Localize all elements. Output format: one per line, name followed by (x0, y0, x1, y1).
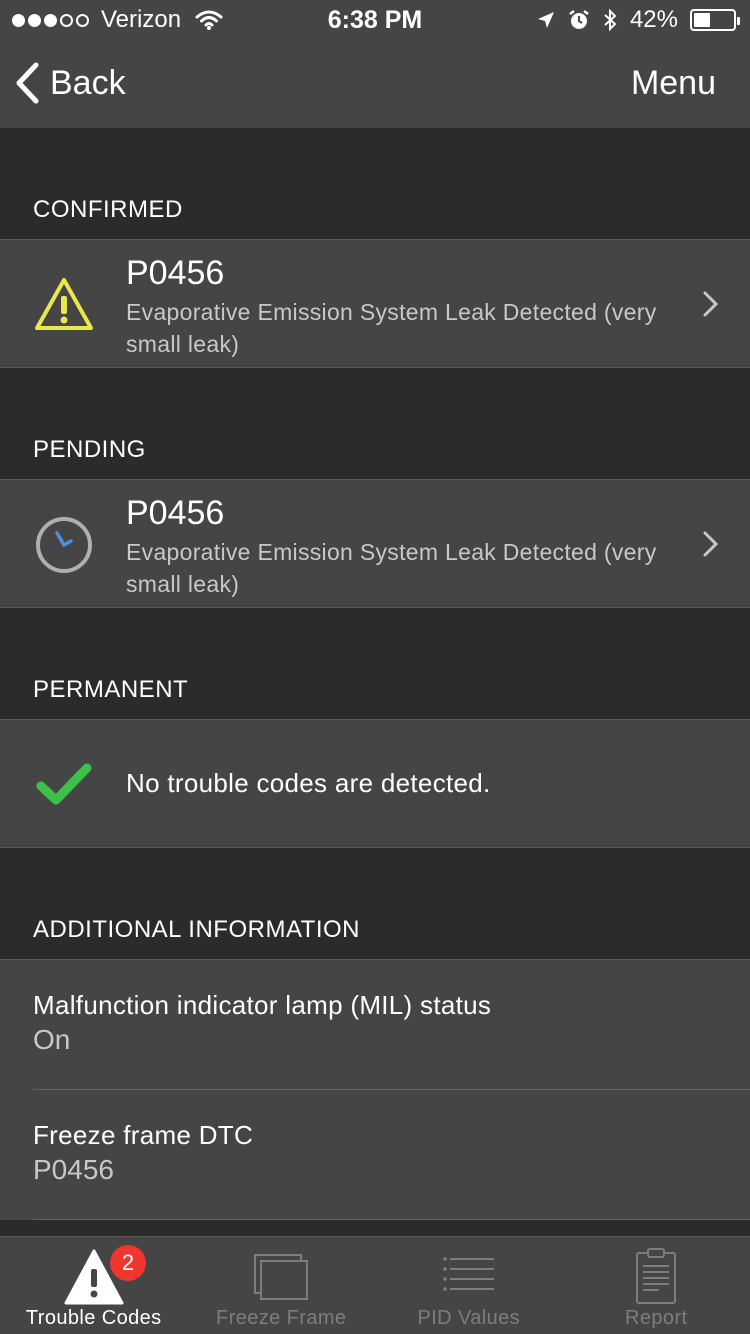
info-value: P0456 (33, 1154, 114, 1185)
permanent-codes-row: No trouble codes are detected. (0, 720, 750, 848)
info-item-mil-status: Malfunction indicator lamp (MIL) status … (0, 960, 750, 1090)
warning-icon (35, 278, 93, 330)
tab-freeze-frame[interactable]: Freeze Frame (188, 1237, 376, 1334)
chevron-right-icon (703, 531, 719, 557)
trouble-code: P0456 (126, 494, 225, 532)
trouble-code-description: Evaporative Emission System Leak Detecte… (126, 299, 657, 357)
alarm-clock-icon (569, 10, 589, 29)
chevron-right-icon (703, 291, 719, 317)
info-label: Freeze frame DTC (33, 1120, 254, 1150)
tab-bar: 2 Trouble Codes Freeze Frame PID Values (0, 1236, 750, 1334)
tab-report[interactable]: Report (563, 1237, 750, 1334)
menu-button[interactable]: Menu (631, 64, 716, 103)
section-title: PENDING (33, 436, 146, 463)
tab-label: Freeze Frame (216, 1307, 347, 1329)
battery-percent: 42% (629, 6, 678, 33)
info-value: On (33, 1024, 71, 1055)
navigation-bar: Back Menu (0, 40, 750, 128)
clock-icon (36, 517, 92, 573)
notification-badge: 2 (110, 1245, 146, 1281)
list-icon (442, 1257, 494, 1291)
trouble-code-row-pending[interactable]: P0456 Evaporative Emission System Leak D… (0, 480, 750, 608)
screen: Verizon 6:38 PM 42% Back Menu CONFIRMED … (0, 0, 750, 1334)
additional-info-list: Malfunction indicator lamp (MIL) status … (0, 960, 750, 1220)
freeze-frame-icon (254, 1254, 309, 1300)
trouble-code-description: Evaporative Emission System Leak Detecte… (126, 539, 657, 597)
section-header-pending: PENDING (0, 368, 750, 480)
back-label: Back (50, 63, 126, 102)
info-label: Malfunction indicator lamp (MIL) status (33, 990, 492, 1020)
status-bar: Verizon 6:38 PM 42% (0, 0, 750, 40)
bluetooth-icon (604, 8, 617, 32)
section-header-confirmed: CONFIRMED (0, 128, 750, 240)
info-item-freeze-frame-dtc: Freeze frame DTC P0456 (0, 1090, 750, 1220)
trouble-code: P0456 (126, 254, 225, 292)
back-button[interactable]: Back (14, 62, 126, 104)
tab-label: PID Values (417, 1307, 521, 1329)
battery-icon (690, 9, 740, 31)
tab-trouble-codes[interactable]: 2 Trouble Codes (0, 1237, 188, 1334)
section-header-additional: ADDITIONAL INFORMATION (0, 848, 750, 960)
tab-label: Trouble Codes (25, 1307, 162, 1329)
status-right: 42% (536, 6, 740, 34)
section-title: CONFIRMED (33, 196, 183, 223)
checkmark-icon (36, 763, 92, 805)
top-bar: Verizon 6:38 PM 42% Back Menu (0, 0, 750, 128)
section-header-permanent: PERMANENT (0, 608, 750, 720)
tab-pid-values[interactable]: PID Values (375, 1237, 563, 1334)
section-title: ADDITIONAL INFORMATION (33, 916, 361, 943)
content: CONFIRMED P0456 Evaporative Emission Sys… (0, 128, 750, 1220)
tab-label: Report (625, 1307, 688, 1329)
location-arrow-icon (537, 12, 554, 28)
section-title: PERMANENT (33, 676, 189, 703)
no-codes-message: No trouble codes are detected. (126, 768, 491, 798)
divider (33, 1219, 750, 1220)
chevron-left-icon (16, 62, 39, 104)
clipboard-icon (636, 1248, 677, 1304)
trouble-code-row-confirmed[interactable]: P0456 Evaporative Emission System Leak D… (0, 240, 750, 368)
